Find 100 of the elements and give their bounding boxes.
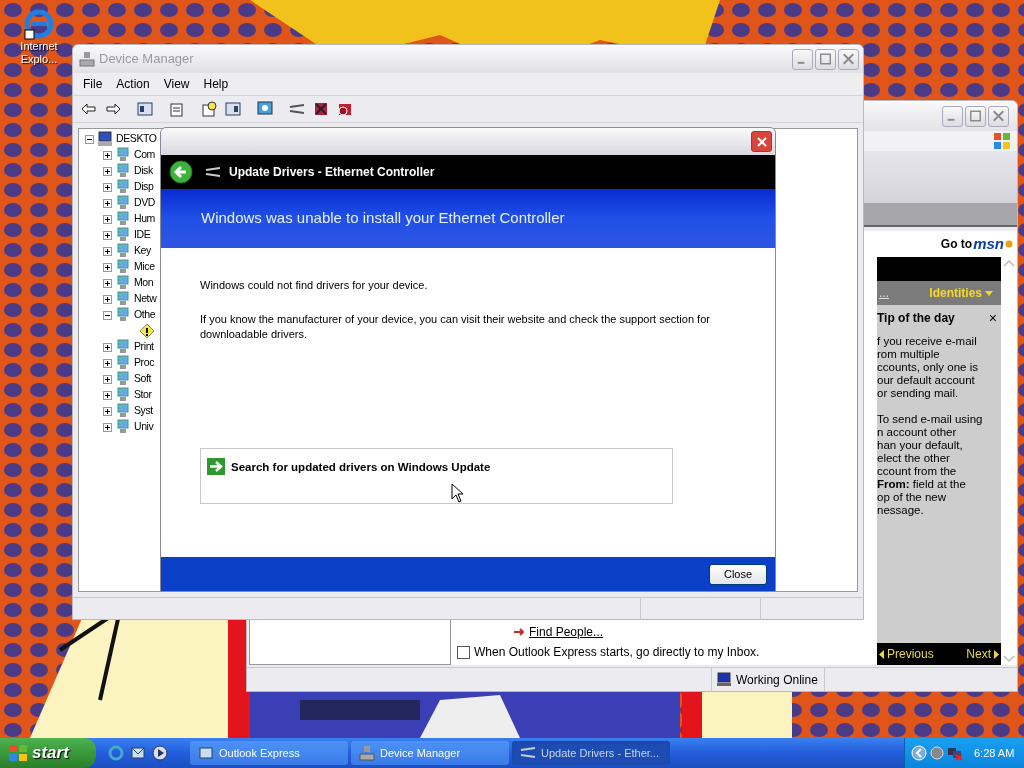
close-button[interactable]: × xyxy=(988,311,997,325)
expand-button[interactable] xyxy=(103,182,112,192)
menu-item[interactable]: File xyxy=(77,75,109,93)
expand-button[interactable] xyxy=(103,406,112,416)
windows-logo-icon xyxy=(993,132,1011,150)
expand-button[interactable] xyxy=(103,198,112,208)
device-icon xyxy=(115,387,131,403)
device-icon xyxy=(115,371,131,387)
email-icon[interactable] xyxy=(130,745,146,761)
network-disconnected-icon[interactable] xyxy=(947,745,963,761)
computer-icon xyxy=(97,131,113,147)
menu-item[interactable]: Action xyxy=(110,75,156,93)
tree-item[interactable]: Disk xyxy=(134,163,153,179)
expand-button[interactable] xyxy=(103,166,112,176)
expand-button[interactable] xyxy=(103,150,112,160)
tree-item[interactable]: Proc xyxy=(134,355,154,371)
tree-item[interactable]: Mice xyxy=(134,259,155,275)
media-player-icon[interactable] xyxy=(152,745,168,761)
arrow-icon[interactable] xyxy=(207,458,225,475)
tip-text-line: From: field at the xyxy=(877,478,967,491)
device-icon xyxy=(115,179,131,195)
expand-button[interactable] xyxy=(103,278,112,288)
close-button[interactable]: Close xyxy=(709,563,767,585)
mouse-cursor-icon xyxy=(451,483,464,503)
tree-item[interactable]: Mon xyxy=(134,275,154,291)
device-icon xyxy=(115,147,131,163)
network-card-icon xyxy=(205,166,221,178)
expand-button[interactable] xyxy=(103,230,112,240)
taskbar-button[interactable]: Device Manager xyxy=(351,741,509,765)
tree-item[interactable]: DESKTO xyxy=(116,131,157,147)
internet-browser-icon[interactable] xyxy=(23,8,55,40)
tip-text-line: ccounts, only one is xyxy=(877,361,979,374)
expand-button[interactable] xyxy=(103,342,112,352)
collapse-button[interactable] xyxy=(85,134,94,144)
checkbox-label[interactable]: When Outlook Express starts, go directly to my Inbox. xyxy=(474,643,760,661)
taskbar-button[interactable]: Update Drivers - Ether... xyxy=(512,741,670,765)
device-icon xyxy=(115,307,131,323)
email-icon[interactable] xyxy=(198,745,214,761)
panel-icon[interactable] xyxy=(225,101,241,117)
expand-button[interactable] xyxy=(103,246,112,256)
tree-item[interactable]: Othe xyxy=(134,307,156,323)
tip-text-line: ccount from the xyxy=(877,465,958,478)
previous-button[interactable]: Previous xyxy=(879,645,934,663)
checkbox[interactable] xyxy=(457,645,470,659)
expand-button[interactable] xyxy=(103,294,112,304)
triangle-right-icon[interactable] xyxy=(994,649,999,659)
expand-button[interactable] xyxy=(103,374,112,384)
expand-button[interactable] xyxy=(103,358,112,368)
find-people-link[interactable]: Find People... xyxy=(529,623,604,641)
menu-item[interactable]: View xyxy=(157,75,196,93)
tree-item[interactable]: IDE xyxy=(134,227,151,243)
tree-item[interactable]: DVD xyxy=(134,195,155,211)
expand-button[interactable] xyxy=(103,390,112,400)
tip-text-line: our default account xyxy=(877,374,976,387)
tip-text-line: elect the other xyxy=(877,452,951,465)
menu-item[interactable]: Help xyxy=(197,75,235,93)
tree-item[interactable]: Disp xyxy=(134,179,154,195)
clock: 6:28 AM xyxy=(974,745,1015,761)
dropdown-triangle-icon[interactable] xyxy=(985,290,993,296)
windows-logo-icon[interactable] xyxy=(8,744,28,762)
scan-icon[interactable] xyxy=(257,101,273,117)
tree-item[interactable]: Print xyxy=(134,339,154,355)
help-icon[interactable] xyxy=(201,101,217,117)
dialog-heading: Windows was unable to install your Ethernet Controller xyxy=(201,208,565,229)
tree-item[interactable]: Netw xyxy=(134,291,157,307)
device-icon xyxy=(115,163,131,179)
properties-icon[interactable] xyxy=(169,101,185,117)
tree-item[interactable]: Com xyxy=(134,147,155,163)
msn-logo[interactable]: msn xyxy=(973,232,1004,256)
forward-arrow-icon[interactable] xyxy=(105,101,121,117)
body-text: If you know the manufacturer of your device, you can visit their website and check the support section for downloadable drivers. xyxy=(200,312,711,342)
go-to-label: Go to xyxy=(940,236,973,253)
back-arrow-icon[interactable] xyxy=(81,101,97,117)
expand-button[interactable] xyxy=(103,262,112,272)
uninstall-icon[interactable] xyxy=(313,101,329,117)
device-icon xyxy=(115,339,131,355)
windows-update-option[interactable]: Search for updated drivers on Windows Update xyxy=(200,448,673,504)
expand-button[interactable] xyxy=(103,214,112,224)
dialog-title: Update Drivers - Ethernet Controller xyxy=(229,164,435,181)
tree-item[interactable]: Soft xyxy=(134,371,152,387)
collapse-button[interactable] xyxy=(103,310,112,320)
device-icon xyxy=(115,403,131,419)
next-button[interactable]: Next xyxy=(966,645,999,663)
tree-item[interactable]: Hum xyxy=(134,211,155,227)
expand-button[interactable] xyxy=(103,422,112,432)
network-card-icon[interactable] xyxy=(289,101,305,117)
panel-icon[interactable] xyxy=(137,101,153,117)
tree-item[interactable]: Key xyxy=(134,243,151,259)
network-card-icon[interactable] xyxy=(520,745,536,761)
tip-text-line: han your default, xyxy=(877,439,964,452)
triangle-left-icon[interactable] xyxy=(879,649,884,659)
tree-item[interactable]: Syst xyxy=(134,403,153,419)
device-icon xyxy=(115,211,131,227)
disable-icon[interactable] xyxy=(337,101,353,117)
tree-item[interactable]: Stor xyxy=(134,387,152,403)
warning-icon xyxy=(139,323,155,339)
tree-item[interactable]: Univ xyxy=(134,419,154,435)
chevron-left-icon[interactable] xyxy=(911,745,927,761)
start-button[interactable]: start xyxy=(0,738,96,768)
taskbar-button[interactable]: Outlook Express xyxy=(190,741,348,765)
